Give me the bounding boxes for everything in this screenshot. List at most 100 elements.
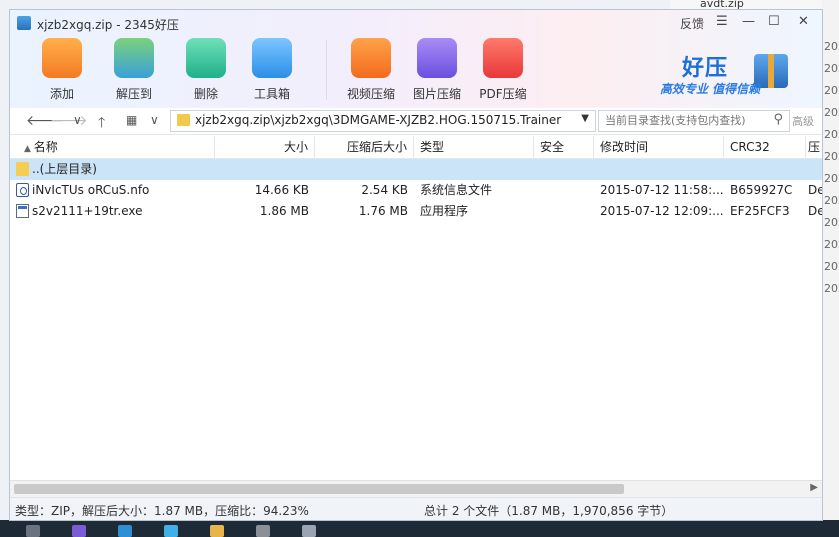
column-crc32[interactable]: CRC32 (724, 136, 806, 158)
image-compress-button[interactable]: 图片压缩 (406, 38, 468, 102)
search-input[interactable] (599, 111, 765, 129)
file-type: 应用程序 (420, 204, 469, 218)
pdf-icon (483, 38, 523, 78)
scrollbar-thumb[interactable] (14, 484, 624, 494)
folder-icon (177, 114, 190, 126)
background-text: 202 (824, 260, 839, 273)
column-extra[interactable]: 压 (806, 136, 822, 158)
taskbar (0, 520, 839, 537)
file-size: 1.86 MB (259, 204, 309, 218)
file-name: s2v2111+19tr.exe (32, 204, 143, 218)
file-list-header: ▲ 名称 大小 压缩后大小 类型 安全 修改时间 CRC32 压 (10, 136, 822, 159)
file-packed-size: 2.54 KB (361, 183, 408, 197)
feedback-button[interactable]: 反馈 (680, 15, 704, 32)
toolbar-separator (326, 40, 327, 100)
background-text: 202 (824, 150, 839, 163)
path-dropdown-icon[interactable]: ▼ (581, 113, 589, 124)
file-crc32: EF25FCF3 (730, 204, 790, 218)
image-icon (417, 38, 457, 78)
column-security[interactable]: 安全 (534, 136, 594, 158)
forward-arrow-icon[interactable]: 🡒 (50, 112, 88, 129)
search-icon[interactable]: ⚲ (773, 112, 783, 127)
toolbox-icon (252, 38, 292, 78)
close-icon[interactable]: ✕ (798, 14, 809, 29)
background-window-edge: 202 202 202 202 202 202 202 202 202 202 … (822, 0, 839, 537)
table-row[interactable]: ..(上层目录) (10, 159, 822, 180)
path-text: xjzb2xgq.zip\xjzb2xgq\3DMGAME-XJZB2.HOG.… (195, 113, 562, 127)
recycle-bin-icon (186, 38, 226, 78)
add-archive-icon (42, 38, 82, 78)
file-security (534, 180, 594, 201)
extract-archive-icon (114, 38, 154, 78)
add-label: 添加 (49, 87, 74, 101)
file-type: 系统信息文件 (420, 183, 493, 197)
file-extra: De (808, 183, 822, 197)
sort-up-icon: ▲ (24, 144, 34, 154)
brand-name: 好压 (682, 56, 729, 81)
status-total-info: 总计 2 个文件（1.87 MB，1,970,856 字节） (424, 504, 674, 518)
file-name: iNvIcTUs oRCuS.nfo (32, 183, 150, 197)
file-extra: De (808, 204, 822, 218)
scroll-right-icon[interactable]: ▶ (810, 482, 818, 493)
taskbar-app-icon[interactable] (164, 525, 178, 537)
advanced-search-link[interactable]: 高级 (792, 113, 814, 129)
title-bar[interactable]: xjzb2xgq.zip - 2345好压 反馈 ☰ — ☐ ✕ (10, 10, 822, 38)
extract-to-button[interactable]: 解压到 (103, 38, 165, 102)
view-mode-icon[interactable]: ▦ (126, 113, 137, 127)
background-text: 202 (824, 216, 839, 229)
column-modified[interactable]: 修改时间 (594, 136, 724, 158)
maximize-icon[interactable]: ☐ (768, 14, 780, 29)
video-icon (351, 38, 391, 78)
horizontal-scrollbar[interactable]: ▶ (10, 480, 822, 497)
brand-logo: 好压 高效专业 值得信赖 (660, 50, 794, 106)
taskbar-app-icon[interactable] (256, 525, 270, 537)
minimize-icon[interactable]: — (742, 14, 755, 29)
toolbox-button[interactable]: 工具箱 (241, 38, 303, 102)
background-text: 202 (824, 128, 839, 141)
background-text: 202 (824, 84, 839, 97)
file-size: 14.66 KB (254, 183, 309, 197)
image-compress-label: 图片压缩 (412, 87, 461, 101)
column-packed-size[interactable]: 压缩后大小 (315, 136, 414, 158)
path-field[interactable]: xjzb2xgq.zip\xjzb2xgq\3DMGAME-XJZB2.HOG.… (170, 110, 596, 132)
background-text: 202 (824, 194, 839, 207)
table-row[interactable]: s2v2111+19tr.exe 1.86 MB 1.76 MB 应用程序 20… (10, 201, 822, 222)
file-list: ..(上层目录) iNvIcTUs oRCuS.nfo 14.66 KB 2.5… (10, 159, 822, 479)
background-text: 202 (824, 238, 839, 251)
column-name[interactable]: ▲ 名称 (10, 136, 215, 158)
table-row[interactable]: iNvIcTUs oRCuS.nfo 14.66 KB 2.54 KB 系统信息… (10, 180, 822, 201)
taskbar-app-icon[interactable] (210, 525, 224, 537)
video-compress-button[interactable]: 视频压缩 (340, 38, 402, 102)
column-name-label: 名称 (33, 140, 58, 154)
up-arrow-icon[interactable]: 🡑 (98, 112, 105, 136)
pdf-compress-label: PDF压缩 (479, 87, 527, 101)
background-text: 202 (824, 62, 839, 75)
status-bar: 类型：ZIP，解压后大小：1.87 MB，压缩比：94.23% 总计 2 个文件… (10, 497, 822, 520)
column-size[interactable]: 大小 (215, 136, 315, 158)
delete-button[interactable]: 删除 (175, 38, 237, 102)
video-compress-label: 视频压缩 (346, 87, 395, 101)
column-type[interactable]: 类型 (414, 136, 534, 158)
background-text: 202 (824, 106, 839, 119)
delete-label: 删除 (193, 87, 218, 101)
taskbar-app-icon[interactable] (302, 525, 316, 537)
file-packed-size: 1.76 MB (358, 204, 408, 218)
background-file-strip: avdt.zip (670, 0, 839, 10)
view-dropdown-icon[interactable]: ∨ (150, 113, 159, 127)
archive-window: xjzb2xgq.zip - 2345好压 反馈 ☰ — ☐ ✕ 添加 解压到 … (10, 10, 822, 520)
address-bar: 🡐 🡒 ∨ 🡑 ▦ ∨ xjzb2xgq.zip\xjzb2xgq\3DMGAM… (10, 108, 822, 135)
add-button[interactable]: 添加 (31, 38, 93, 102)
taskbar-app-icon[interactable] (118, 525, 132, 537)
taskbar-app-icon[interactable] (72, 525, 86, 537)
file-crc32: B659927C (730, 183, 793, 197)
app-logo-icon (17, 16, 31, 30)
file-name: ..(上层目录) (32, 162, 97, 176)
extract-to-label: 解压到 (115, 87, 152, 101)
pdf-compress-button[interactable]: PDF压缩 (472, 38, 534, 102)
background-text: 202 (824, 40, 839, 53)
toolbox-label: 工具箱 (253, 87, 290, 101)
file-modified: 2015-07-12 11:58:... (600, 183, 724, 197)
menu-icon[interactable]: ☰ (716, 14, 728, 29)
history-dropdown-icon[interactable]: ∨ (73, 113, 82, 127)
taskbar-app-icon[interactable] (26, 525, 40, 537)
